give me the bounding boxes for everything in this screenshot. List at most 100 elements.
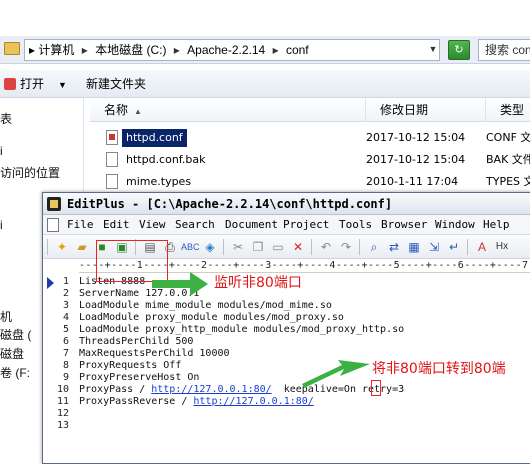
refresh-button[interactable]: ↻ <box>448 40 470 60</box>
line-number: 10 <box>56 384 69 395</box>
breadcrumb-apache[interactable]: Apache-2.2.14 <box>187 43 265 57</box>
nav-item[interactable]: 表 <box>0 110 12 127</box>
column-name[interactable]: 名称 ▲ <box>90 98 366 122</box>
window-title: EditPlus - [C:\Apache-2.2.14\conf\httpd.… <box>67 197 393 211</box>
menu-bar: File Edit View Search Document Project T… <box>43 215 530 235</box>
code-text: LoadModule proxy_module modules/mod_prox… <box>79 312 344 323</box>
nav-item-computer[interactable]: 机 <box>0 308 12 325</box>
column-name-label: 名称 <box>104 103 129 117</box>
menu-project[interactable]: Project <box>283 215 329 235</box>
open-folder-icon[interactable]: ▰ <box>73 238 91 256</box>
code-line[interactable]: LoadModule proxy_http_module modules/mod… <box>79 324 404 335</box>
toolbar-separator <box>467 239 468 255</box>
toolbar-separator <box>223 239 224 255</box>
open-button[interactable]: 打开 ▼ <box>4 75 67 93</box>
word-wrap-icon[interactable]: ↵ <box>445 238 463 256</box>
line-number: 3 <box>62 300 69 311</box>
code-text: ProxyPassReverse / <box>79 396 194 407</box>
menu-window[interactable]: Window <box>435 215 475 235</box>
menu-file[interactable]: File <box>67 215 94 235</box>
nav-item[interactable]: i <box>0 144 3 158</box>
menu-help[interactable]: Help <box>483 215 510 235</box>
nav-item-recent-places[interactable]: 访问的位置 <box>0 164 60 181</box>
nav-item-drive-c[interactable]: 磁盘 ( <box>0 326 31 343</box>
new-file-icon[interactable]: ✦ <box>53 238 71 256</box>
nav-item-drive[interactable]: 磁盘 <box>0 345 24 362</box>
breadcrumb-conf[interactable]: conf <box>286 43 309 57</box>
column-type[interactable]: 类型 <box>486 98 530 122</box>
file-row[interactable]: httpd.conf 2017-10-12 15:04 CONF 文 <box>90 127 530 149</box>
file-type: BAK 文件 <box>486 153 530 166</box>
menu-tools[interactable]: Tools <box>339 215 372 235</box>
paste-icon[interactable]: ▭ <box>269 238 287 256</box>
sort-up-icon: ▲ <box>134 107 142 116</box>
column-date[interactable]: 修改日期 <box>366 98 486 122</box>
title-bar[interactable]: EditPlus - [C:\Apache-2.2.14\conf\httpd.… <box>43 193 530 215</box>
browser-icon[interactable]: ◈ <box>201 238 219 256</box>
delete-icon[interactable]: ✕ <box>289 238 307 256</box>
file-row[interactable]: mime.types 2010-1-11 17:04 TYPES 文 <box>90 171 530 193</box>
chevron-right-icon[interactable]: ▸ <box>269 43 283 57</box>
chevron-right-icon[interactable]: ▸ <box>78 43 92 57</box>
code-line[interactable]: ProxyPassReverse / http://127.0.0.1:80/ <box>79 396 314 407</box>
hex-view-icon[interactable]: Hx <box>493 238 511 256</box>
open-label: 打开 <box>20 77 45 91</box>
chevron-right-icon[interactable]: ▸ <box>170 43 184 57</box>
menu-edit[interactable]: Edit <box>103 215 130 235</box>
nav-item-drive-f[interactable]: 卷 (F: <box>0 364 30 381</box>
code-text: LoadModule proxy_http_module modules/mod… <box>79 324 405 335</box>
menu-browser[interactable]: Browser <box>381 215 427 235</box>
file-row[interactable]: httpd.conf.bak 2017-10-12 15:04 BAK 文件 <box>90 149 530 171</box>
redo-icon[interactable]: ↷ <box>337 238 355 256</box>
line-number: 12 <box>56 408 69 419</box>
editplus-app-icon <box>47 197 61 211</box>
proxy-url-link[interactable]: http://127.0.0.1:80/ <box>151 384 271 395</box>
breadcrumb-computer[interactable]: 计算机 <box>38 43 74 57</box>
line-number: 6 <box>62 336 69 347</box>
replace-icon[interactable]: ⇄ <box>385 238 403 256</box>
undo-icon[interactable]: ↶ <box>317 238 335 256</box>
find-icon[interactable]: ⌕ <box>365 238 383 256</box>
cut-icon[interactable]: ✂ <box>229 238 247 256</box>
code-line[interactable]: LoadModule proxy_module modules/mod_prox… <box>79 312 344 323</box>
code-line[interactable]: LoadModule mime_module modules/mod_mime.… <box>79 300 332 311</box>
file-date: 2010-1-11 17:04 <box>366 175 459 188</box>
command-bar: 打开 ▼ 新建文件夹 <box>0 70 530 98</box>
file-type: TYPES 文 <box>486 175 530 188</box>
copy-icon[interactable]: ❐ <box>249 238 267 256</box>
chevron-down-icon[interactable]: ▼ <box>426 39 440 61</box>
menu-search[interactable]: Search <box>175 215 215 235</box>
line-number: 9 <box>62 372 69 383</box>
goto-icon[interactable]: ⇲ <box>425 238 443 256</box>
document-icon[interactable] <box>47 218 59 232</box>
menu-document[interactable]: Document <box>225 215 278 235</box>
conf-file-icon <box>106 130 118 145</box>
annotation-box-retry <box>371 380 381 396</box>
proxy-url-link[interactable]: http://127.0.0.1:80/ <box>193 396 313 407</box>
nav-item[interactable]: i <box>0 218 3 232</box>
chevron-down-icon[interactable]: ▼ <box>58 80 67 90</box>
green-arrow-icon <box>302 360 370 388</box>
code-line[interactable]: ProxyRequests Off <box>79 360 181 371</box>
new-folder-button[interactable]: 新建文件夹 <box>86 75 146 93</box>
search-input[interactable]: 搜索 conf <box>478 39 530 61</box>
code-line[interactable]: ThreadsPerChild 500 <box>79 336 193 347</box>
code-text: LoadModule mime_module modules/mod_mime.… <box>79 300 332 311</box>
address-bar[interactable]: ▸ 计算机 ▸ 本地磁盘 (C:) ▸ Apache-2.2.14 ▸ conf <box>24 39 440 61</box>
font-icon[interactable]: A <box>473 238 491 256</box>
file-icon <box>106 152 118 167</box>
column-header: 名称 ▲ 修改日期 类型 <box>90 98 530 122</box>
toolbar-separator <box>47 239 48 255</box>
line-number: 5 <box>62 324 69 335</box>
menu-view[interactable]: View <box>139 215 166 235</box>
file-icon <box>106 174 118 189</box>
find-in-files-icon[interactable]: ▦ <box>405 238 423 256</box>
code-line[interactable]: ProxyPreserveHost On <box>79 372 199 383</box>
code-line[interactable]: MaxRequestsPerChild 10000 <box>79 348 230 359</box>
annotation-proxy-note: 将非80端口转到80端 <box>372 361 506 377</box>
current-line-arrow-icon <box>47 277 54 289</box>
breadcrumb-drive[interactable]: 本地磁盘 (C:) <box>95 43 166 57</box>
spell-check-icon[interactable]: ABC <box>181 238 200 256</box>
line-number: 11 <box>56 396 69 407</box>
editplus-window: EditPlus - [C:\Apache-2.2.14\conf\httpd.… <box>42 192 530 464</box>
